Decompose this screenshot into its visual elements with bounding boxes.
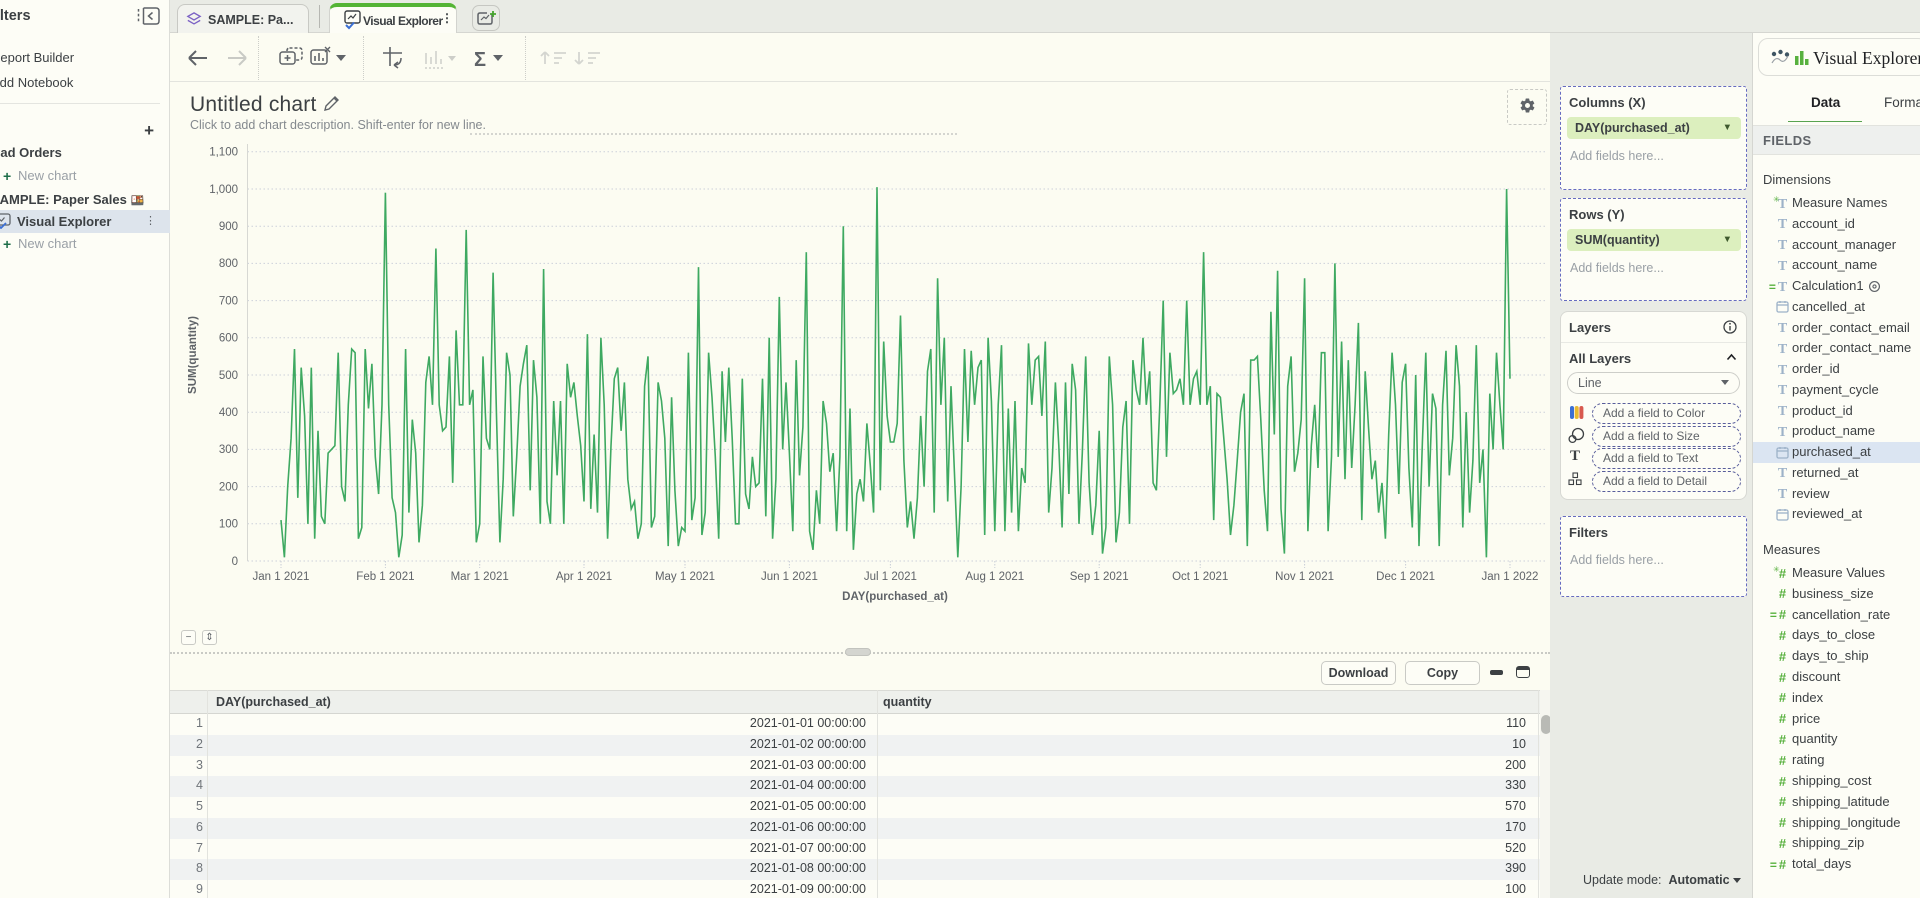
svg-text:Jan 1 2022: Jan 1 2022 <box>1482 571 1539 583</box>
svg-text:1,100: 1,100 <box>209 147 238 159</box>
svg-text:Jun 1 2021: Jun 1 2021 <box>761 571 818 583</box>
svg-text:800: 800 <box>219 258 238 270</box>
svg-text:SUM(quantity): SUM(quantity) <box>188 316 199 394</box>
svg-text:Jan 1 2021: Jan 1 2021 <box>253 571 310 583</box>
svg-text:500: 500 <box>219 370 238 382</box>
svg-text:100: 100 <box>219 519 238 531</box>
svg-text:600: 600 <box>219 333 238 345</box>
svg-text:1,000: 1,000 <box>209 184 238 196</box>
svg-text:Dec 1 2021: Dec 1 2021 <box>1376 571 1435 583</box>
svg-text:700: 700 <box>219 295 238 307</box>
svg-text:Oct 1 2021: Oct 1 2021 <box>1172 571 1228 583</box>
svg-text:200: 200 <box>219 481 238 493</box>
svg-text:Jul 1 2021: Jul 1 2021 <box>864 571 917 583</box>
svg-text:Aug 1 2021: Aug 1 2021 <box>965 571 1024 583</box>
svg-text:May 1 2021: May 1 2021 <box>655 571 715 583</box>
svg-text:300: 300 <box>219 444 238 456</box>
svg-text:400: 400 <box>219 407 238 419</box>
svg-text:Mar 1 2021: Mar 1 2021 <box>451 571 509 583</box>
svg-text:Sep 1 2021: Sep 1 2021 <box>1070 571 1129 583</box>
svg-text:Feb 1 2021: Feb 1 2021 <box>356 571 414 583</box>
svg-text:0: 0 <box>232 556 238 568</box>
svg-text:Σ: Σ <box>474 49 486 71</box>
svg-text:Nov 1 2021: Nov 1 2021 <box>1275 571 1334 583</box>
svg-text:Apr 1 2021: Apr 1 2021 <box>556 571 612 583</box>
svg-text:900: 900 <box>219 221 238 233</box>
